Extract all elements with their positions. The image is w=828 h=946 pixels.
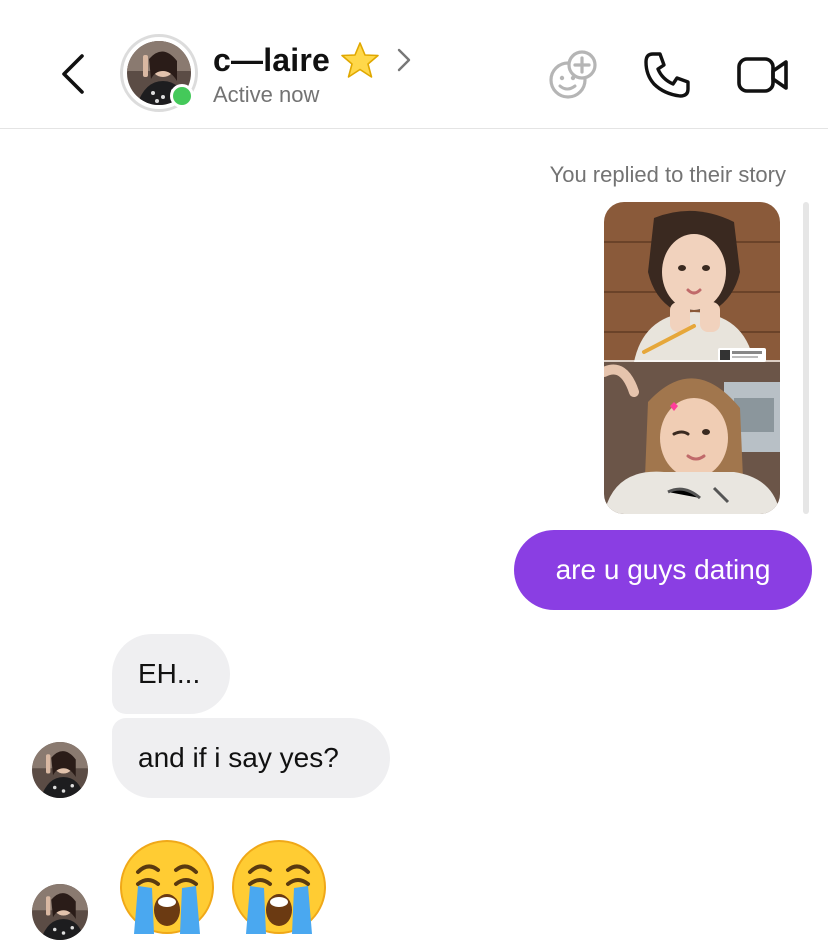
- outgoing-message[interactable]: are u guys dating: [514, 530, 812, 610]
- story-reply-bar: [803, 202, 809, 514]
- star-icon: [341, 42, 379, 78]
- video-call-button[interactable]: [736, 48, 790, 102]
- video-camera-icon: [737, 57, 788, 93]
- chevron-left-icon: [62, 54, 84, 94]
- story-reply-caption: You replied to their story: [549, 162, 786, 187]
- call-button[interactable]: [640, 48, 694, 102]
- back-button[interactable]: [52, 50, 92, 98]
- add-face-icon: [549, 50, 597, 99]
- story-preview[interactable]: [604, 202, 780, 514]
- incoming-message[interactable]: EH...: [112, 634, 230, 714]
- active-status: Active now: [213, 82, 320, 107]
- add-sticker-button[interactable]: [546, 48, 600, 102]
- chat-header: c—laire Active now: [0, 0, 828, 129]
- sender-avatar[interactable]: [32, 884, 88, 940]
- chevron-right-icon: [397, 48, 411, 72]
- incoming-message[interactable]: and if i say yes?: [112, 718, 390, 798]
- phone-icon: [644, 52, 690, 98]
- crying-face-emoji[interactable]: [118, 838, 216, 936]
- contact-name: c—laire: [213, 41, 331, 78]
- crying-face-emoji[interactable]: [230, 838, 328, 936]
- contact-title[interactable]: c—laire: [213, 38, 412, 82]
- online-indicator: [170, 84, 194, 108]
- sender-avatar[interactable]: [32, 742, 88, 798]
